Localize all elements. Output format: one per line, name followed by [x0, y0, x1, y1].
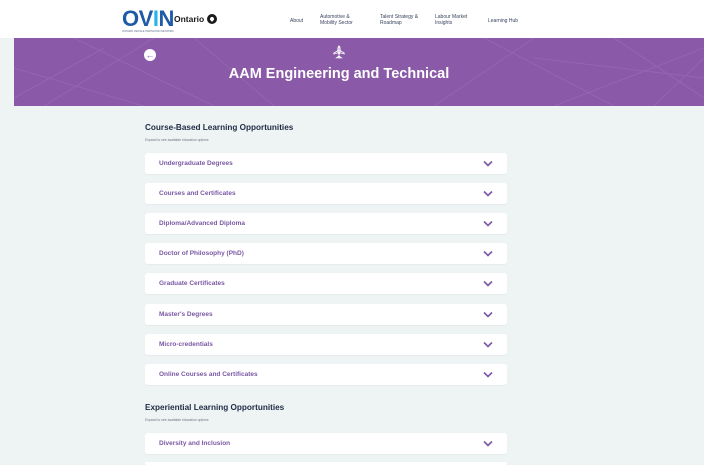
chevron-down-icon	[483, 280, 493, 287]
accordion-label: Graduate Certificates	[159, 280, 225, 287]
ovin-logo[interactable]: OVIN ONTARIO VEHICLE INNOVATION NETWORK	[122, 6, 174, 34]
ontario-logo[interactable]: Ontario	[174, 14, 218, 24]
nav-talent-strategy-roadmap[interactable]: Talent Strategy & Roadmap	[380, 14, 424, 26]
experiential-section-title: Experiential Learning Opportunities	[145, 403, 285, 412]
accordion-label: Master's Degrees	[159, 311, 213, 318]
page-title: AAM Engineering and Technical	[228, 66, 450, 82]
ovin-logo-wordmark: OVIN	[122, 6, 174, 31]
chevron-down-icon	[483, 341, 493, 348]
chevron-down-icon	[483, 311, 493, 318]
accordion-online-courses-and-certificates[interactable]: Online Courses and Certificates	[145, 364, 507, 385]
ontario-logo-text: Ontario	[174, 14, 205, 24]
arrow-left-icon: ←	[145, 50, 155, 60]
accordion-label: Micro-credentials	[159, 341, 213, 348]
trillium-icon	[207, 14, 218, 24]
aircraft-icon	[333, 45, 345, 59]
chevron-down-icon	[483, 190, 493, 197]
ovin-logo-subtext: ONTARIO VEHICLE INNOVATION NETWORK	[122, 30, 174, 33]
accordion-courses-and-certificates[interactable]: Courses and Certificates	[145, 183, 507, 204]
chevron-down-icon	[483, 220, 493, 227]
accordion-diploma-advanced-diploma[interactable]: Diploma/Advanced Diploma	[145, 213, 507, 234]
accordion-label: Courses and Certificates	[159, 190, 236, 197]
accordion-label: Diploma/Advanced Diploma	[159, 220, 245, 227]
nav-learning-hub[interactable]: Learning Hub	[488, 18, 518, 24]
accordion-graduate-certificates[interactable]: Graduate Certificates	[145, 273, 507, 294]
chevron-down-icon	[483, 250, 493, 257]
accordion-label: Doctor of Philosophy (PhD)	[159, 250, 244, 257]
nav-labour-market-insights[interactable]: Labour Market Insights	[435, 14, 475, 26]
accordion-doctor-of-philosophy[interactable]: Doctor of Philosophy (PhD)	[145, 243, 507, 264]
chevron-down-icon	[483, 440, 493, 447]
accordion-undergraduate-degrees[interactable]: Undergraduate Degrees	[145, 153, 507, 174]
back-button[interactable]: ←	[144, 49, 156, 61]
accordion-diversity-and-inclusion[interactable]: Diversity and Inclusion	[145, 433, 507, 454]
chevron-down-icon	[483, 160, 493, 167]
accordion-label: Undergraduate Degrees	[159, 160, 233, 167]
accordion-micro-credentials[interactable]: Micro-credentials	[145, 334, 507, 355]
course-section-subtitle: Expand to see available education option…	[145, 138, 209, 142]
accordion-label: Diversity and Inclusion	[159, 440, 231, 447]
chevron-down-icon	[483, 371, 493, 378]
accordion-label: Online Courses and Certificates	[159, 371, 258, 378]
accordion-masters-degrees[interactable]: Master's Degrees	[145, 304, 507, 325]
hero-banner: ← AAM Engineering and Technical	[14, 38, 704, 106]
nav-about[interactable]: About	[290, 18, 303, 24]
experiential-section-subtitle: Expand to see available education option…	[145, 418, 209, 422]
course-section-title: Course-Based Learning Opportunities	[145, 123, 294, 132]
nav-automotive-mobility-sector[interactable]: Automotive & Mobility Sector	[320, 14, 368, 26]
top-navigation-bar: OVIN ONTARIO VEHICLE INNOVATION NETWORK …	[0, 0, 704, 38]
